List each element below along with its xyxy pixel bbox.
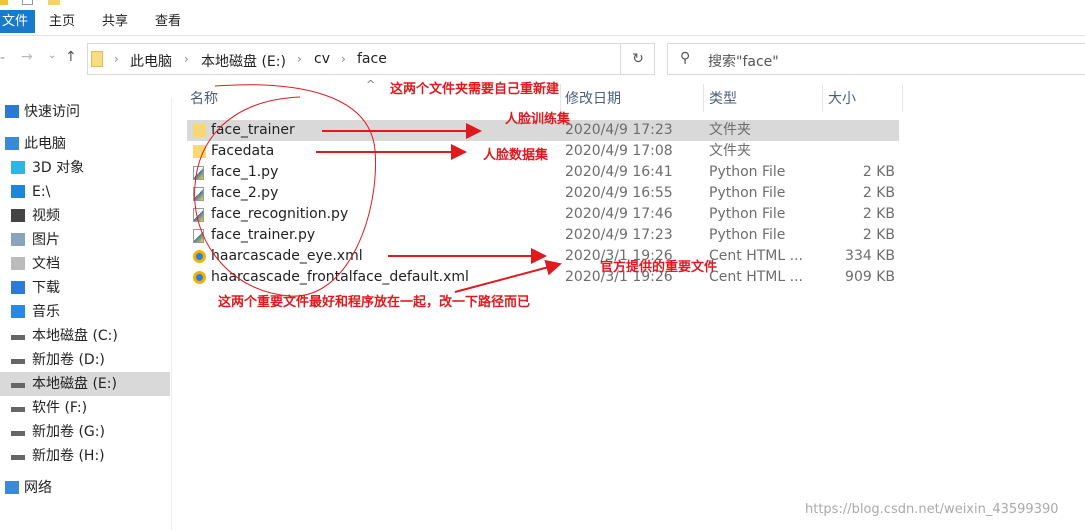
annotation-folders: 这两个文件夹需要自己重新建 — [390, 82, 560, 97]
annotation-xml: 官方提供的重要文件 — [600, 260, 718, 275]
annotation-trainer: 人脸训练集 — [505, 112, 571, 127]
annotation-circle — [194, 84, 377, 297]
annotation-data: 人脸数据集 — [483, 148, 549, 163]
annotation-xml-advice: 这两个重要文件最好和程序放在一起，改一下路径而已 — [218, 295, 531, 310]
watermark: https://blog.csdn.net/weixin_43599390 — [805, 502, 1059, 517]
annotation-arrow — [454, 259, 562, 293]
